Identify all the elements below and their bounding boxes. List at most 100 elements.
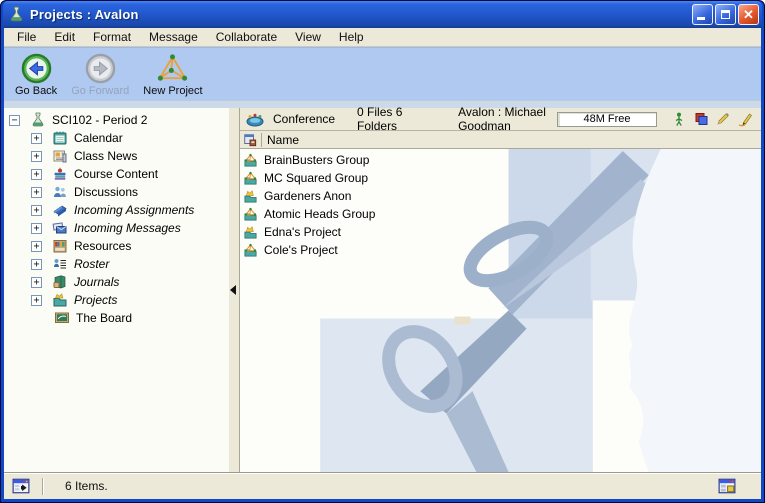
- name-column-header[interactable]: Name: [240, 131, 761, 149]
- tree-item-calendar[interactable]: +Calendar: [4, 129, 229, 147]
- menu-item-edit[interactable]: Edit: [45, 28, 84, 46]
- course-tree-panel: −SCI102 - Period 2+Calendar+Class News+C…: [4, 108, 229, 472]
- go-back-button[interactable]: Go Back: [10, 52, 62, 98]
- flask-icon: [30, 112, 46, 128]
- the-board-icon: [54, 310, 70, 326]
- toolbar: Go Back Go Forward New Project: [4, 47, 761, 100]
- list-item-label: Edna's Project: [264, 225, 341, 239]
- projects-icon: [52, 292, 68, 308]
- menu-item-view[interactable]: View: [286, 28, 330, 46]
- tree-item-class-news[interactable]: + Class News: [4, 147, 229, 165]
- new-project-icon: [157, 53, 188, 84]
- list-item-mc-squared-group[interactable]: MC Squared Group: [240, 169, 761, 187]
- project-group-icon: [243, 243, 258, 258]
- list-item-label: Gardeners Anon: [264, 189, 351, 203]
- title-bar[interactable]: Projects : Avalon ✕: [3, 1, 762, 28]
- name-sort-icon: [243, 133, 257, 147]
- course-content-icon: [52, 166, 68, 182]
- tree-item-incoming-assignments[interactable]: + Incoming Assignments: [4, 201, 229, 219]
- status-separator: [42, 478, 43, 495]
- windows-overlap-icon[interactable]: [693, 111, 709, 127]
- tree-item-the-board[interactable]: The Board: [4, 309, 229, 327]
- main-content: −SCI102 - Period 2+Calendar+Class News+C…: [4, 108, 761, 472]
- list-item-brainbusters-group[interactable]: BrainBusters Group: [240, 151, 761, 169]
- project-group-icon: [243, 207, 258, 222]
- go-forward-icon: [85, 53, 116, 84]
- files-folders-count: 0 Files 6 Folders: [357, 105, 418, 133]
- list-item-label: MC Squared Group: [264, 171, 368, 185]
- list-item-atomic-heads-group[interactable]: Atomic Heads Group: [240, 205, 761, 223]
- menu-item-collaborate[interactable]: Collaborate: [207, 28, 286, 46]
- list-item-edna-s-project[interactable]: Edna's Project: [240, 223, 761, 241]
- conference-actions: [671, 111, 753, 127]
- expand-box-icon[interactable]: +: [31, 295, 42, 306]
- expand-box-icon[interactable]: +: [31, 277, 42, 288]
- incoming-assignments-icon: [52, 202, 68, 218]
- member-icon[interactable]: [671, 111, 687, 127]
- list-item-label: BrainBusters Group: [264, 153, 369, 167]
- close-button[interactable]: ✕: [738, 4, 759, 25]
- tree-label: The Board: [76, 311, 132, 325]
- list-item-cole-s-project[interactable]: Cole's Project: [240, 241, 761, 259]
- conference-icon: [245, 110, 265, 128]
- expand-box-icon[interactable]: +: [31, 205, 42, 216]
- incoming-messages-icon: [52, 220, 68, 236]
- pencil-icon[interactable]: [715, 111, 731, 127]
- menu-item-message[interactable]: Message: [140, 28, 207, 46]
- menu-item-file[interactable]: File: [8, 28, 45, 46]
- item-count-label: 6 Items.: [65, 479, 108, 493]
- expand-box-icon[interactable]: +: [31, 151, 42, 162]
- status-bar: 6 Items.: [4, 472, 761, 499]
- menu-item-help[interactable]: Help: [330, 28, 373, 46]
- tree-label: Roster: [74, 257, 109, 271]
- class-news-icon: [52, 148, 68, 164]
- discussions-icon: [52, 184, 68, 200]
- projects-panel: Conference 0 Files 6 Folders Avalon : Mi…: [240, 108, 761, 472]
- tree-item-discussions[interactable]: + Discussions: [4, 183, 229, 201]
- new-project-button[interactable]: New Project: [138, 52, 207, 98]
- free-space-gauge: 48M Free: [557, 112, 657, 127]
- maximize-button[interactable]: [715, 4, 736, 25]
- tree-label: Class News: [74, 149, 137, 163]
- menu-item-format[interactable]: Format: [84, 28, 140, 46]
- free-space-label: 48M Free: [583, 113, 630, 125]
- tree-item-projects[interactable]: + Projects: [4, 291, 229, 309]
- panel-splitter[interactable]: [229, 108, 240, 472]
- expand-box-icon[interactable]: +: [31, 259, 42, 270]
- tool-label: New Project: [143, 85, 202, 97]
- tree-label: Discussions: [74, 185, 138, 199]
- journals-icon: [52, 274, 68, 290]
- collapse-box-icon[interactable]: −: [9, 115, 20, 126]
- list-item-label: Atomic Heads Group: [264, 207, 375, 221]
- window-controls: ✕: [692, 4, 759, 25]
- menu-bar: FileEditFormatMessageCollaborateViewHelp: [4, 28, 761, 47]
- list-item-gardeners-anon[interactable]: Gardeners Anon: [240, 187, 761, 205]
- tree-item-incoming-messages[interactable]: + Incoming Messages: [4, 219, 229, 237]
- tree-label: Incoming Messages: [74, 221, 181, 235]
- minimize-button[interactable]: [692, 4, 713, 25]
- go-forward-button[interactable]: Go Forward: [66, 52, 134, 98]
- app-window: Projects : Avalon ✕ FileEditFormatMessag…: [0, 0, 765, 503]
- column-divider: [261, 133, 262, 147]
- tree-label: Journals: [74, 275, 119, 289]
- expand-box-icon[interactable]: +: [31, 133, 42, 144]
- tree-item-sci102-period-2[interactable]: −SCI102 - Period 2: [4, 111, 229, 129]
- tree-item-course-content[interactable]: + Course Content: [4, 165, 229, 183]
- tree-item-journals[interactable]: + Journals: [4, 273, 229, 291]
- tree-label: Resources: [74, 239, 131, 253]
- expand-box-icon[interactable]: +: [31, 169, 42, 180]
- sign-pen-icon[interactable]: [737, 111, 753, 127]
- tree-label: Projects: [74, 293, 117, 307]
- expand-box-icon[interactable]: +: [31, 223, 42, 234]
- collapse-arrow-icon[interactable]: [230, 285, 236, 295]
- expand-box-icon[interactable]: +: [31, 187, 42, 198]
- tree-label: Course Content: [74, 167, 158, 181]
- tree-item-resources[interactable]: + Resources: [4, 237, 229, 255]
- tree-label: Incoming Assignments: [74, 203, 194, 217]
- tool-label: Go Forward: [71, 85, 129, 97]
- project-list-area: BrainBusters Group MC Squared Group Garden…: [240, 149, 761, 472]
- panel-toggle-icon[interactable]: [12, 477, 30, 495]
- expand-box-icon[interactable]: +: [31, 241, 42, 252]
- layout-toggle-icon[interactable]: [718, 477, 736, 495]
- tree-item-roster[interactable]: + Roster: [4, 255, 229, 273]
